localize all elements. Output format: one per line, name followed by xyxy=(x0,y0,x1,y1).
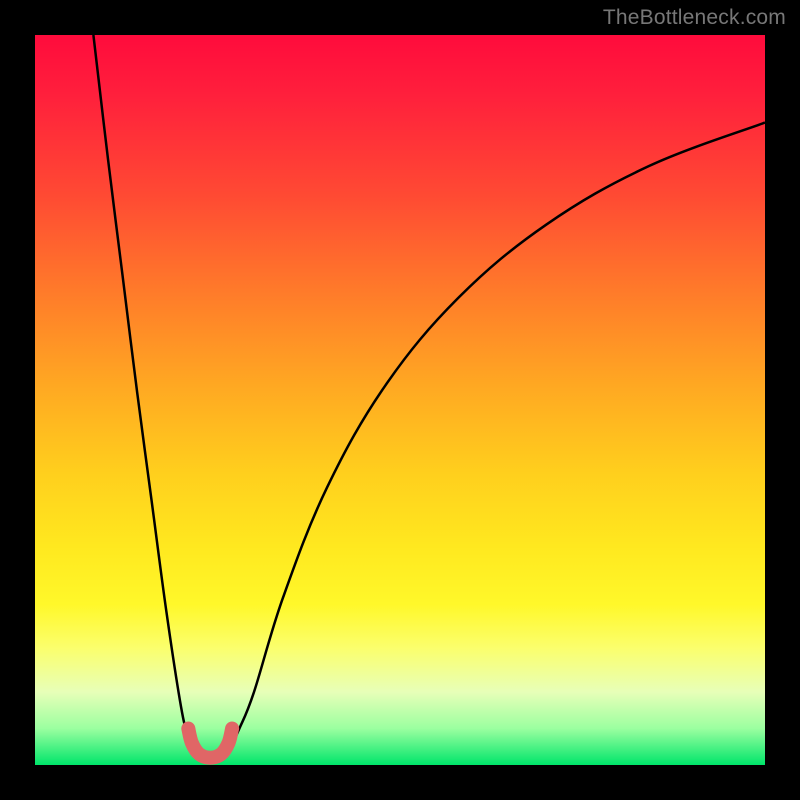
chart-frame: TheBottleneck.com xyxy=(0,0,800,800)
watermark-text: TheBottleneck.com xyxy=(603,6,786,30)
curve-layer xyxy=(35,35,765,765)
left-arm-curve xyxy=(93,35,202,752)
u-marker-curve xyxy=(188,729,232,758)
right-arm-curve xyxy=(218,123,766,751)
plot-area xyxy=(35,35,765,765)
